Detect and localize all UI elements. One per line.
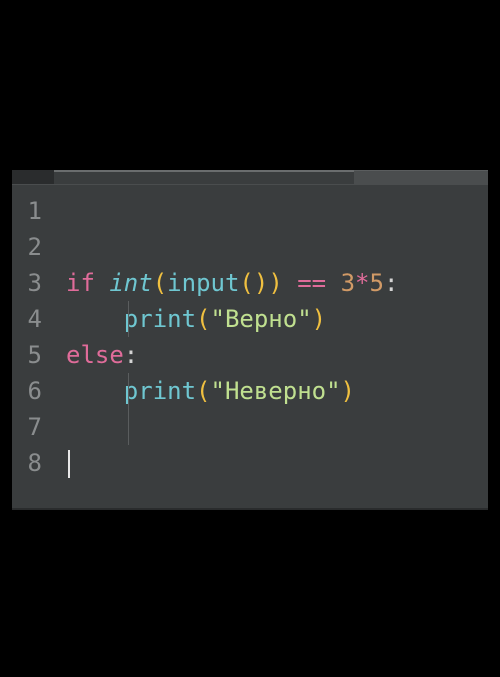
builtin-int: int	[109, 269, 152, 297]
line-number: 8	[12, 445, 54, 481]
keyword-else: else	[66, 341, 124, 369]
builtin-print: print	[124, 305, 196, 333]
text-cursor	[68, 450, 70, 478]
tab-inactive[interactable]	[354, 170, 488, 184]
string-literal: "Неверно"	[211, 377, 341, 405]
number: 3	[341, 269, 355, 297]
line-number: 4	[12, 301, 54, 337]
indent-guide	[128, 373, 129, 409]
code-line-3: if int(input()) == 3*5:	[66, 265, 488, 301]
indent-guide	[128, 409, 129, 445]
paren: )	[341, 377, 355, 405]
string-literal: "Верно"	[211, 305, 312, 333]
line-number: 1	[12, 193, 54, 229]
line-number: 2	[12, 229, 54, 265]
builtin-input: input	[167, 269, 239, 297]
line-number: 5	[12, 337, 54, 373]
line-number: 3	[12, 265, 54, 301]
colon: :	[124, 341, 138, 369]
paren: (	[196, 377, 210, 405]
paren: )	[268, 269, 282, 297]
builtin-print: print	[124, 377, 196, 405]
code-line-5: else:	[66, 337, 488, 373]
keyword-if: if	[66, 269, 95, 297]
operator-star: *	[355, 269, 369, 297]
code-line-4: print("Верно")	[66, 301, 488, 337]
code-line-2	[66, 229, 488, 265]
code-area[interactable]: if int(input()) == 3*5: print("Верно") e…	[54, 185, 488, 508]
operator-eq: ==	[283, 269, 341, 297]
tab-active[interactable]	[54, 170, 354, 184]
line-number: 7	[12, 409, 54, 445]
tab-spacer	[12, 170, 54, 184]
editor-body: 1 2 3 4 5 6 7 8 if int(input()) == 3*5: …	[12, 184, 488, 508]
paren: (	[196, 305, 210, 333]
editor-bottom-border	[12, 508, 488, 510]
code-line-7	[66, 409, 488, 445]
code-line-1	[66, 193, 488, 229]
code-line-6: print("Неверно")	[66, 373, 488, 409]
colon: :	[384, 269, 398, 297]
tab-bar	[12, 170, 488, 184]
number: 5	[369, 269, 383, 297]
paren: (	[153, 269, 167, 297]
line-number: 6	[12, 373, 54, 409]
line-number-gutter: 1 2 3 4 5 6 7 8	[12, 185, 54, 508]
paren: )	[254, 269, 268, 297]
paren: )	[312, 305, 326, 333]
code-editor: 1 2 3 4 5 6 7 8 if int(input()) == 3*5: …	[12, 170, 488, 510]
paren: (	[239, 269, 253, 297]
code-line-8	[66, 445, 488, 481]
indent-guide	[128, 301, 129, 337]
